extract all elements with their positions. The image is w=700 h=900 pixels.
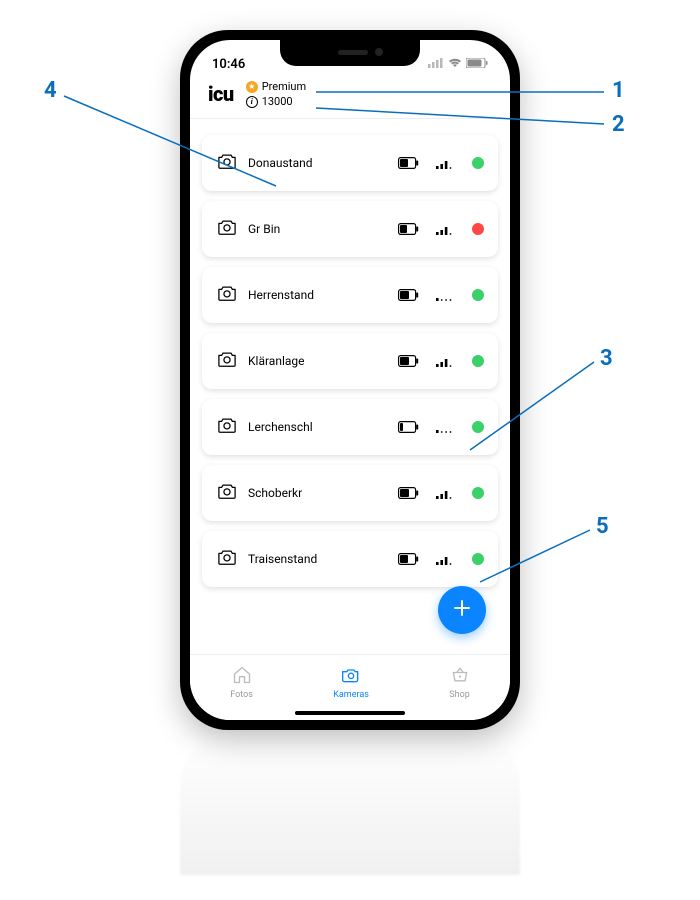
status-dot	[472, 421, 484, 433]
battery-icon	[398, 352, 420, 371]
callout-2: 2	[612, 112, 625, 137]
home-indicator[interactable]	[295, 711, 405, 715]
camera-list[interactable]: Donaustand Gr Bin Herrenstand Kläranlage Ler…	[190, 125, 510, 654]
camera-item[interactable]: Herrenstand	[202, 267, 498, 323]
camera-icon	[216, 284, 238, 306]
wifi-icon	[448, 57, 462, 72]
signal-icon	[436, 550, 454, 569]
camera-icon	[216, 416, 238, 438]
status-indicators	[428, 57, 488, 72]
camera-item[interactable]: Schoberkr	[202, 465, 498, 521]
camera-name: Gr Bin	[248, 222, 388, 236]
home-icon	[232, 665, 252, 688]
status-dot	[472, 157, 484, 169]
points-row[interactable]: i 13000	[246, 95, 306, 108]
camera-icon	[216, 482, 238, 504]
camera-item[interactable]: Gr Bin	[202, 201, 498, 257]
status-dot	[472, 223, 484, 235]
info-icon: i	[246, 96, 258, 108]
premium-label: Premium	[262, 80, 306, 93]
app-header: icu ★ Premium i 13000	[190, 74, 510, 118]
nav-kameras-label: Kameras	[333, 690, 369, 700]
camera-name: Lerchenschl	[248, 420, 388, 434]
nav-fotos-label: Fotos	[230, 690, 253, 700]
camera-name: Donaustand	[248, 156, 388, 170]
status-dot	[472, 289, 484, 301]
plus-icon	[451, 597, 473, 623]
battery-icon	[398, 220, 420, 239]
camera-icon	[216, 548, 238, 570]
camera-item[interactable]: Traisenstand	[202, 531, 498, 587]
camera-nav-icon	[341, 665, 361, 688]
callout-3: 3	[600, 346, 613, 371]
camera-name: Kläranlage	[248, 354, 388, 368]
app-logo: icu	[208, 82, 234, 106]
nav-kameras[interactable]: Kameras	[333, 665, 369, 700]
status-dot	[472, 553, 484, 565]
battery-icon	[398, 418, 420, 437]
battery-status-icon	[466, 57, 488, 72]
add-camera-button[interactable]	[438, 586, 486, 634]
camera-item[interactable]: Kläranlage	[202, 333, 498, 389]
signal-icon	[436, 154, 454, 173]
signal-icon	[436, 418, 454, 437]
camera-name: Schoberkr	[248, 486, 388, 500]
phone-notch	[280, 40, 420, 66]
signal-icon	[436, 220, 454, 239]
camera-name: Herrenstand	[248, 288, 388, 302]
camera-icon	[216, 152, 238, 174]
nav-fotos[interactable]: Fotos	[230, 665, 253, 700]
camera-icon	[216, 350, 238, 372]
phone-screen: 10:46 icu ★ Premium	[190, 40, 510, 720]
camera-icon	[216, 218, 238, 240]
phone-frame: 10:46 icu ★ Premium	[180, 30, 520, 730]
callout-5: 5	[596, 514, 609, 539]
battery-icon	[398, 484, 420, 503]
basket-icon	[450, 665, 470, 688]
status-dot	[472, 355, 484, 367]
star-icon: ★	[246, 81, 258, 93]
callout-4: 4	[44, 78, 57, 103]
signal-icon	[436, 352, 454, 371]
status-time: 10:46	[212, 57, 245, 72]
camera-name: Traisenstand	[248, 552, 388, 566]
cellular-icon	[428, 57, 444, 72]
camera-item[interactable]: Lerchenschl	[202, 399, 498, 455]
signal-icon	[436, 484, 454, 503]
battery-icon	[398, 550, 420, 569]
nav-shop-label: Shop	[449, 690, 470, 700]
premium-row[interactable]: ★ Premium	[246, 80, 306, 93]
points-value: 13000	[262, 95, 293, 108]
camera-item[interactable]: Donaustand	[202, 135, 498, 191]
header-divider	[190, 118, 510, 119]
battery-icon	[398, 154, 420, 173]
phone-reflection	[180, 735, 520, 875]
signal-icon	[436, 286, 454, 305]
battery-icon	[398, 286, 420, 305]
callout-1: 1	[612, 78, 625, 103]
status-dot	[472, 487, 484, 499]
nav-shop[interactable]: Shop	[449, 665, 470, 700]
